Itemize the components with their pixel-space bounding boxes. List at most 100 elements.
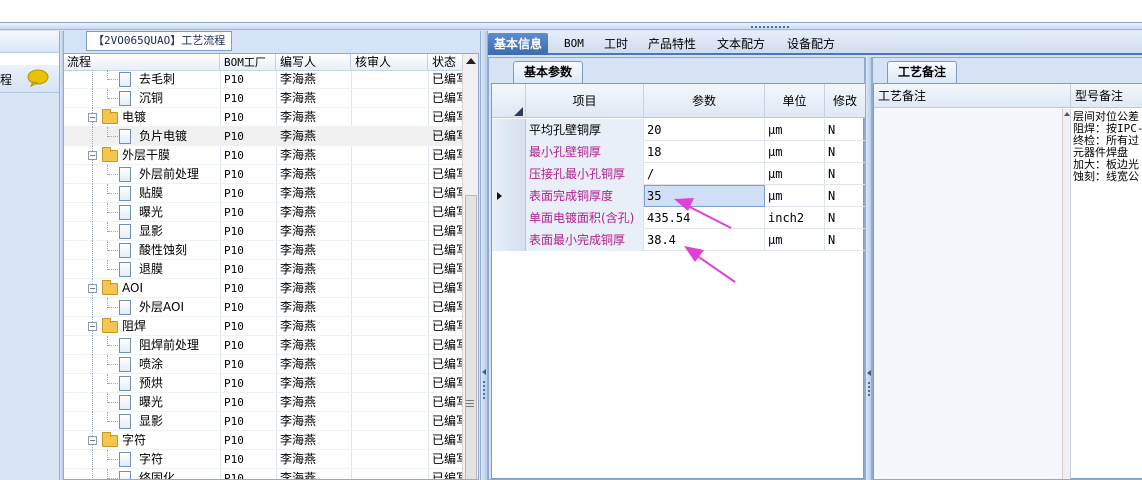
- tab-equipment-recipe[interactable]: 设备配方: [781, 33, 841, 55]
- right-splitter[interactable]: [865, 57, 872, 480]
- param-item-cell[interactable]: 表面完成铜厚度: [526, 185, 644, 207]
- speech-bubble-icon[interactable]: [27, 69, 49, 87]
- row-header[interactable]: [492, 185, 526, 207]
- tree-row[interactable]: 字符 P10 李海燕 已编写: [64, 450, 464, 469]
- tree-group-row[interactable]: − AOI P10 李海燕 已编写: [64, 279, 464, 298]
- tree-row[interactable]: 曝光 P10 李海燕 已编写: [64, 203, 464, 222]
- col-header-unit[interactable]: 单位: [765, 84, 825, 118]
- param-unit-cell[interactable]: μm: [765, 119, 825, 141]
- tab-bom[interactable]: BOM: [558, 33, 590, 55]
- row-header[interactable]: [492, 229, 526, 251]
- params-grid[interactable]: 项目 参数 单位 修改 平均孔壁铜厚 20 μm N 最小孔壁铜厚 18 μm N 压接孔最小孔…: [491, 83, 865, 479]
- row-header[interactable]: [492, 119, 526, 141]
- scroll-up-arrow-icon[interactable]: [466, 58, 476, 64]
- tree-row[interactable]: 预烘 P10 李海燕 已编写: [64, 374, 464, 393]
- param-value-cell[interactable]: /: [644, 163, 765, 185]
- middle-splitter[interactable]: [480, 31, 488, 480]
- col-header-process[interactable]: 流程: [64, 54, 220, 71]
- tree-guide-line: [108, 79, 118, 80]
- tab-basic-params[interactable]: 基本参数: [513, 61, 584, 83]
- param-item-cell[interactable]: 最小孔壁铜厚: [526, 141, 644, 163]
- tree-group-row[interactable]: − 阻焊 P10 李海燕 已编写: [64, 317, 464, 336]
- tree-row[interactable]: 终固化 P10 李海燕 已编写: [64, 469, 464, 479]
- param-value-cell[interactable]: 35: [644, 185, 765, 207]
- param-value-cell[interactable]: 435.54: [644, 207, 765, 229]
- tree-scrollbar[interactable]: [462, 54, 478, 479]
- param-modify-cell[interactable]: N: [825, 229, 865, 251]
- param-unit-cell[interactable]: inch2: [765, 207, 825, 229]
- col-header-writer[interactable]: 编写人: [277, 54, 351, 71]
- row-header-corner[interactable]: [492, 84, 526, 118]
- collapse-minus-icon[interactable]: −: [88, 284, 97, 293]
- param-value-cell[interactable]: 18: [644, 141, 765, 163]
- tree-row[interactable]: 喷涂 P10 李海燕 已编写: [64, 355, 464, 374]
- col-header-bom-factory[interactable]: BOM工厂: [221, 54, 276, 71]
- process-tree-grid[interactable]: 流程 BOM工厂 编写人 核审人 状态 去毛刺P10李海燕已编写沉铜P10李海燕…: [63, 53, 479, 480]
- param-modify-cell[interactable]: N: [825, 207, 865, 229]
- col-header-modify[interactable]: 修改: [825, 84, 865, 118]
- tree-group-row[interactable]: − 电镀 P10 李海燕 已编写: [64, 108, 464, 127]
- tab-text-recipe[interactable]: 文本配方: [711, 33, 771, 55]
- col-header-model-note[interactable]: 型号备注: [1071, 84, 1142, 108]
- scroll-thumb[interactable]: [465, 195, 477, 479]
- col-header-value[interactable]: 参数: [644, 84, 765, 118]
- param-row[interactable]: 最小孔壁铜厚 18 μm N: [492, 141, 865, 163]
- param-row[interactable]: 表面完成铜厚度 35 μm N: [492, 185, 865, 207]
- param-modify-cell[interactable]: N: [825, 163, 865, 185]
- tree-row[interactable]: 去毛刺 P10 李海燕 已编写: [64, 70, 464, 89]
- tab-work-hours[interactable]: 工时: [598, 33, 634, 55]
- tree-row[interactable]: 外层AOI P10 李海燕 已编写: [64, 298, 464, 317]
- row-header[interactable]: [492, 163, 526, 185]
- notes-grid[interactable]: 工艺备注 型号备注 层间对位公差 阻焊：按IPC- 终检：所有过 元器件焊盘 加大：板边…: [873, 83, 1142, 479]
- tree-row[interactable]: 沉铜 P10 李海燕 已编写: [64, 89, 464, 108]
- tree-row[interactable]: 显影 P10 李海燕 已编写: [64, 222, 464, 241]
- param-value-cell[interactable]: 38.4: [644, 229, 765, 251]
- process-note-scrollbar[interactable]: [1062, 109, 1070, 479]
- tab-product-features[interactable]: 产品特性: [642, 33, 702, 55]
- row-header[interactable]: [492, 207, 526, 229]
- param-item-cell[interactable]: 平均孔壁铜厚: [526, 119, 644, 141]
- param-row[interactable]: 平均孔壁铜厚 20 μm N: [492, 119, 865, 141]
- param-unit-cell[interactable]: μm: [765, 163, 825, 185]
- param-modify-cell[interactable]: N: [825, 185, 865, 207]
- tree-row[interactable]: 外层前处理 P10 李海燕 已编写: [64, 165, 464, 184]
- collapse-minus-icon[interactable]: −: [88, 151, 97, 160]
- tree-row[interactable]: 曝光 P10 李海燕 已编写: [64, 393, 464, 412]
- tab-basic-info[interactable]: 基本信息: [488, 33, 549, 55]
- param-modify-cell[interactable]: N: [825, 119, 865, 141]
- col-header-item[interactable]: 项目: [526, 84, 644, 118]
- param-item-cell[interactable]: 压接孔最小孔铜厚: [526, 163, 644, 185]
- tree-row[interactable]: 退膜 P10 李海燕 已编写: [64, 260, 464, 279]
- collapse-arrow-icon[interactable]: [867, 370, 871, 376]
- param-row[interactable]: 单面电镀面积(含孔) 435.54 inch2 N: [492, 207, 865, 229]
- tree-group-row[interactable]: − 外层干膜 P10 李海燕 已编写: [64, 146, 464, 165]
- collapse-minus-icon[interactable]: −: [88, 113, 97, 122]
- col-header-process-note[interactable]: 工艺备注: [874, 84, 1071, 108]
- col-header-reviewer[interactable]: 核审人: [352, 54, 428, 71]
- param-row[interactable]: 压接孔最小孔铜厚 / μm N: [492, 163, 865, 185]
- param-unit-cell[interactable]: μm: [765, 229, 825, 251]
- collapse-minus-icon[interactable]: −: [88, 322, 97, 331]
- param-item-cell[interactable]: 表面最小完成铜厚: [526, 229, 644, 251]
- left-panel-row[interactable]: 程: [0, 65, 60, 93]
- tree-row[interactable]: 负片电镀 P10 李海燕 已编写: [64, 127, 464, 146]
- tree-row[interactable]: 贴膜 P10 李海燕 已编写: [64, 184, 464, 203]
- splitter-grip-icon[interactable]: [740, 24, 800, 30]
- collapse-minus-icon[interactable]: −: [88, 436, 97, 445]
- param-item-cell[interactable]: 单面电镀面积(含孔): [526, 207, 644, 229]
- param-row[interactable]: 表面最小完成铜厚 38.4 μm N: [492, 229, 865, 251]
- col-header-status[interactable]: 状态: [429, 54, 465, 71]
- horizontal-splitter[interactable]: [0, 22, 1142, 30]
- param-unit-cell[interactable]: μm: [765, 141, 825, 163]
- tab-process-notes[interactable]: 工艺备注: [887, 61, 958, 83]
- tree-row[interactable]: 显影 P10 李海燕 已编写: [64, 412, 464, 431]
- param-value-cell[interactable]: 20: [644, 119, 765, 141]
- process-note-cell[interactable]: [874, 109, 1062, 479]
- tree-group-row[interactable]: − 字符 P10 李海燕 已编写: [64, 431, 464, 450]
- row-header[interactable]: [492, 141, 526, 163]
- param-modify-cell[interactable]: N: [825, 141, 865, 163]
- collapse-left-arrow-icon[interactable]: [482, 369, 486, 375]
- tree-row[interactable]: 酸性蚀刻 P10 李海燕 已编写: [64, 241, 464, 260]
- param-unit-cell[interactable]: μm: [765, 185, 825, 207]
- tree-row[interactable]: 阻焊前处理 P10 李海燕 已编写: [64, 336, 464, 355]
